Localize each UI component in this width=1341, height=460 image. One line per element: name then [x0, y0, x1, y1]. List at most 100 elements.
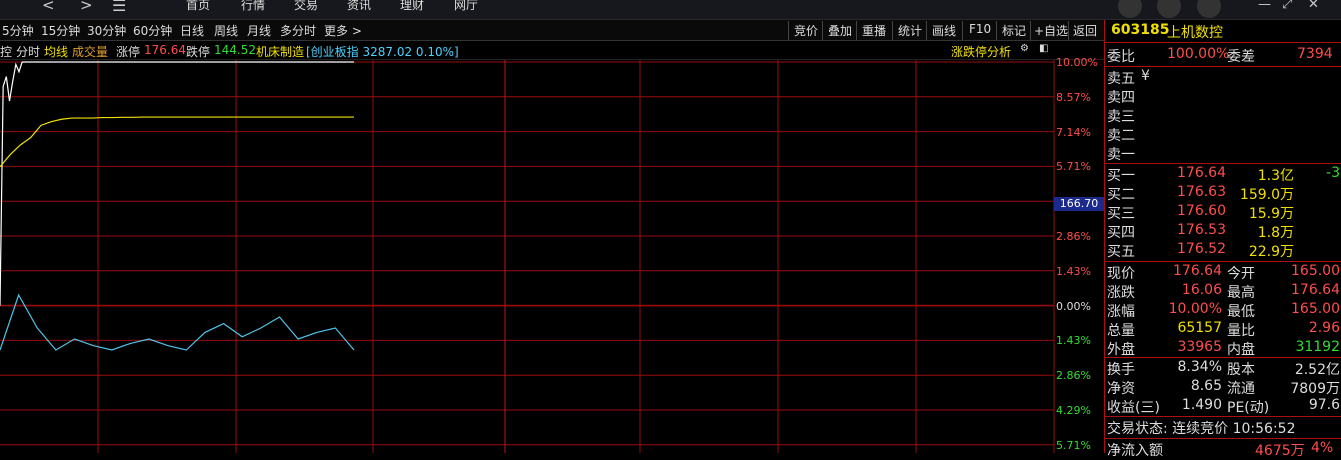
- settings-icon[interactable]: ⚙: [1020, 43, 1029, 54]
- stat-label: 流通: [1227, 381, 1255, 397]
- quote-panel: 603185 上机数控 委比 100.00% 委差 7394 卖五 ¥ 卖四 卖三 卖二…: [1104, 20, 1341, 459]
- fundamental-row[interactable]: 换手 8.34% 股本 2.52亿: [1105, 359, 1341, 378]
- tool-f10[interactable]: F10: [969, 22, 991, 36]
- bid-label: 买一: [1107, 168, 1135, 184]
- y-axis-label: 2.86%: [1056, 230, 1091, 243]
- bid-price: 176.60: [1177, 203, 1226, 219]
- minimize-icon[interactable]: —: [1258, 0, 1271, 12]
- bid-row[interactable]: 买三 176.60 15.9万: [1105, 203, 1341, 222]
- ask-label: 卖三: [1107, 109, 1135, 125]
- headset-icon[interactable]: [1118, 0, 1142, 18]
- stat-label: 换手: [1107, 362, 1135, 378]
- y-axis-label: 7.14%: [1056, 125, 1091, 139]
- period-week[interactable]: 周线: [214, 22, 238, 39]
- tool-auction[interactable]: 竞价: [794, 22, 818, 39]
- period-60min[interactable]: 60分钟: [133, 22, 172, 39]
- ask-row[interactable]: 卖五 ¥: [1105, 68, 1341, 87]
- menu-icon[interactable]: ☰: [112, 0, 126, 15]
- weibi-label: 委比: [1107, 49, 1135, 65]
- bid-price: 176.53: [1177, 222, 1226, 238]
- stat-value: 8.65: [1190, 378, 1222, 394]
- ask-label: 卖一: [1107, 147, 1135, 163]
- trade-status: 交易状态: 连续竞价 10:56:52: [1107, 421, 1296, 437]
- bid-row[interactable]: 买四 176.53 1.8万: [1105, 222, 1341, 241]
- bid-label: 买五: [1107, 244, 1135, 260]
- period-multi[interactable]: 多分时: [280, 22, 316, 39]
- stat-label: 收益(三): [1107, 400, 1160, 416]
- nav-trade[interactable]: 交易: [294, 0, 318, 13]
- bid-price: 176.64: [1177, 165, 1226, 181]
- nav-news[interactable]: 资讯: [347, 0, 371, 13]
- stock-code: 603185: [1111, 22, 1170, 38]
- tool-replay[interactable]: 重播: [862, 22, 886, 39]
- restore-icon[interactable]: ⤢: [1282, 0, 1292, 12]
- tool-mark[interactable]: 标记: [1002, 22, 1026, 39]
- stat-label: 净资: [1107, 381, 1135, 397]
- forward-icon[interactable]: >: [80, 0, 93, 14]
- wrench-icon[interactable]: [1157, 0, 1181, 18]
- index-quote[interactable]: [创业板指 3287.02 0.10%]: [306, 43, 459, 60]
- limit-up-value: 176.64: [144, 43, 186, 57]
- sector-label[interactable]: 机床制造: [256, 43, 304, 60]
- chart-grid: [0, 60, 1055, 453]
- close-icon[interactable]: ✕: [1308, 0, 1319, 12]
- bid-row[interactable]: 买五 176.52 22.9万: [1105, 241, 1341, 260]
- stat-value: 176.64: [1291, 282, 1340, 298]
- bid-price: 176.52: [1177, 241, 1226, 257]
- subbar-prefix: 控: [0, 45, 13, 59]
- nav-market[interactable]: 行情: [241, 0, 265, 13]
- fundamental-row[interactable]: 净资 8.65 流通 7809万: [1105, 378, 1341, 397]
- nav-home[interactable]: 首页: [186, 0, 210, 13]
- stat-label: 外盘: [1107, 342, 1135, 358]
- volume-label[interactable]: 成交量: [72, 43, 108, 60]
- ask-row[interactable]: 卖三: [1105, 106, 1341, 125]
- y-axis-label: 5.71%: [1056, 160, 1091, 174]
- stat-value: 165.00: [1291, 301, 1340, 317]
- y-axis-label: 1.43%: [1056, 264, 1091, 278]
- period-day[interactable]: 日线: [180, 22, 204, 39]
- bid-row[interactable]: 买二 176.63 159.0万: [1105, 184, 1341, 203]
- ask-price: ¥: [1141, 68, 1150, 84]
- stat-label: 现价: [1107, 266, 1135, 282]
- tool-stats[interactable]: 统计: [898, 22, 922, 39]
- limit-analysis-link[interactable]: 涨跌停分析: [951, 43, 1011, 60]
- tool-watchlist[interactable]: +自选: [1034, 22, 1068, 39]
- period-more[interactable]: 更多 >: [324, 22, 362, 39]
- gear-icon[interactable]: [1197, 0, 1221, 18]
- period-15min[interactable]: 15分钟: [41, 22, 80, 39]
- period-5min[interactable]: 5分钟: [2, 22, 34, 39]
- nav-hall[interactable]: 网厅: [454, 0, 478, 13]
- stat-value: 97.6: [1308, 397, 1340, 413]
- quote-stat-row[interactable]: 外盘 33965 内盘 31192: [1105, 339, 1341, 358]
- net-flow-label: 净流入额: [1107, 443, 1163, 459]
- fundamental-row[interactable]: 收益(三) 1.490 PE(动) 97.6: [1105, 397, 1341, 416]
- limit-down-label: 跌停: [186, 45, 211, 59]
- avg-line-label[interactable]: 均线: [44, 43, 68, 60]
- y-axis-label: 5.71%: [1056, 438, 1091, 452]
- tool-draw[interactable]: 画线: [932, 22, 956, 39]
- top-navigation-bar: < > ☰ 首页 行情 交易 资讯 理财 网厅 — ⤢ ✕: [0, 0, 1341, 20]
- quote-stat-row[interactable]: 涨幅 10.00% 最低 165.00: [1105, 301, 1341, 320]
- nav-finance[interactable]: 理财: [400, 0, 424, 13]
- stock-name: 上机数控: [1167, 25, 1223, 41]
- ask-row[interactable]: 卖四: [1105, 87, 1341, 106]
- quote-stat-row[interactable]: 涨跌 16.06 最高 176.64: [1105, 282, 1341, 301]
- fenshi-tab[interactable]: 分时: [16, 43, 40, 60]
- period-30min[interactable]: 30分钟: [87, 22, 126, 39]
- bid-change: -3: [1326, 165, 1340, 181]
- back-icon[interactable]: <: [42, 0, 55, 14]
- stat-label: 涨跌: [1107, 285, 1135, 301]
- index-line: [0, 293, 355, 351]
- bid-row[interactable]: 买一 176.64 1.3亿 -3: [1105, 165, 1341, 184]
- intraday-chart: [0, 60, 1055, 453]
- ask-row[interactable]: 卖二: [1105, 125, 1341, 144]
- panel-toggle-icon[interactable]: ◧: [1039, 43, 1048, 54]
- tool-back[interactable]: 返回: [1073, 22, 1097, 39]
- tool-overlay[interactable]: 叠加: [828, 22, 852, 39]
- ask-row[interactable]: 卖一: [1105, 144, 1341, 163]
- quote-stat-row[interactable]: 现价 176.64 今开 165.00: [1105, 263, 1341, 282]
- quote-stat-row[interactable]: 总量 65157 量比 2.96: [1105, 320, 1341, 339]
- stat-label: 最低: [1227, 304, 1255, 320]
- y-axis-label: 10.00%: [1056, 56, 1098, 69]
- period-month[interactable]: 月线: [247, 22, 271, 39]
